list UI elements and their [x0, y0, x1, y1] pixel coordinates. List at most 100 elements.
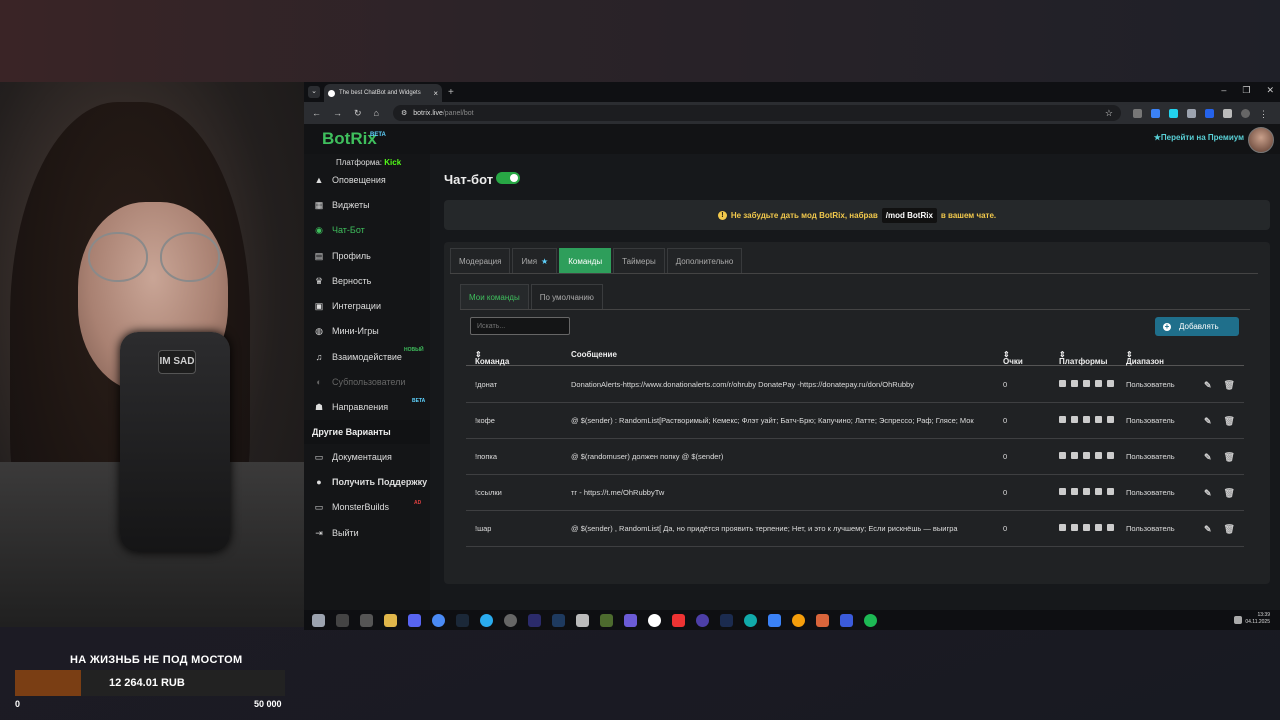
youtube-icon	[1083, 380, 1090, 387]
yandex-browser-icon[interactable]	[648, 613, 661, 627]
file-explorer-icon[interactable]	[384, 613, 397, 627]
chatbot-enable-toggle[interactable]	[496, 172, 520, 184]
tray-icon[interactable]	[1234, 616, 1242, 624]
bookmark-star-icon[interactable]: ☆	[1105, 108, 1113, 119]
search-icon[interactable]	[336, 613, 349, 627]
stats-icon[interactable]	[768, 613, 781, 627]
notice-command: /mod BotRix	[881, 207, 937, 223]
system-clock[interactable]: 13:39 04.11.2025	[1245, 612, 1270, 626]
warning-icon: ▲	[314, 174, 324, 185]
sidebar-item-widgets[interactable]: ▦ Виджеты	[304, 192, 430, 217]
col-platforms[interactable]: Платформы ⇕	[1059, 350, 1108, 366]
start-icon[interactable]	[312, 613, 325, 627]
notice-text-after: в вашем чате.	[940, 210, 997, 220]
app-icon[interactable]	[696, 613, 709, 627]
tab-moderation[interactable]: Модерация	[450, 248, 511, 273]
sidebar-item-loyalty[interactable]: ♛ Верность	[304, 268, 430, 293]
browser-tab[interactable]: The best ChatBot and Widgets ×	[324, 84, 442, 102]
edit-icon[interactable]: ✎	[1204, 452, 1212, 463]
command-range: Пользователь	[1126, 488, 1175, 497]
sidebar-item-profile[interactable]: ▤ Профиль	[304, 243, 430, 268]
add-command-button[interactable]: + Добавлять	[1155, 317, 1239, 336]
app-icon[interactable]	[792, 613, 805, 627]
sidebar-item-minigames[interactable]: ◍ Мини-Игры	[304, 319, 430, 344]
lightroom-icon[interactable]	[552, 613, 565, 627]
extensions-puzzle-icon[interactable]	[1222, 108, 1232, 118]
trash-icon[interactable]: 🗑	[1224, 524, 1235, 535]
sidebar-item-interaction[interactable]: ♫ Взаимодействие НОВЫЙ	[304, 344, 430, 369]
sidebar-item-subusers[interactable]: ◐ Субпользователи	[304, 369, 430, 394]
extension-icon[interactable]	[1132, 108, 1142, 118]
command-points: 0	[1003, 416, 1008, 425]
col-points[interactable]: Очки ⇕	[1003, 350, 1023, 366]
music-icon: ♫	[315, 351, 323, 362]
tab-timers[interactable]: Таймеры	[613, 248, 665, 273]
extension-icon[interactable]	[1186, 108, 1196, 118]
page-title: Чат-бот	[444, 172, 494, 187]
subtab-my-commands[interactable]: Мои команды	[460, 284, 529, 309]
url-field[interactable]: ⚙ botrix.live/panel/bot ☆	[392, 105, 1121, 121]
new-tab-icon[interactable]: +	[448, 87, 454, 98]
minimize-icon[interactable]: –	[1221, 85, 1226, 96]
app-icon[interactable]	[600, 613, 613, 627]
back-icon[interactable]: ←	[312, 108, 321, 119]
trash-icon[interactable]: 🗑	[1224, 416, 1235, 427]
sidebar-item-integrations[interactable]: ▣ Интеграции	[304, 293, 430, 318]
subtab-default[interactable]: По умолчанию	[530, 284, 603, 309]
sidebar-item-alerts[interactable]: ▲ Оповещения	[304, 167, 430, 192]
app-icon[interactable]	[744, 613, 757, 627]
edit-icon[interactable]: ✎	[1204, 380, 1212, 391]
sidebar-item-directions[interactable]: ☗ Направления BETA	[304, 395, 430, 420]
t-app-icon[interactable]	[624, 613, 637, 627]
reload-icon[interactable]: ↻	[354, 108, 362, 119]
tab-commands[interactable]: Команды	[559, 248, 612, 273]
col-command[interactable]: Команда ⇕	[475, 350, 509, 366]
trash-icon[interactable]: 🗑	[1224, 452, 1235, 463]
task-view-icon[interactable]	[360, 613, 373, 627]
user-avatar[interactable]	[1248, 127, 1274, 153]
app-icon[interactable]	[576, 613, 589, 627]
premium-link[interactable]: ★Перейти на Премиум	[1154, 133, 1244, 142]
yandex-icon[interactable]	[672, 613, 685, 627]
extension-icon[interactable]	[1168, 108, 1178, 118]
close-window-icon[interactable]: ✕	[1266, 85, 1274, 96]
photoshop-icon[interactable]	[720, 613, 733, 627]
telegram-icon[interactable]	[480, 613, 493, 627]
trash-icon[interactable]: 🗑	[1224, 488, 1235, 499]
site-info-icon[interactable]: ⚙	[401, 109, 407, 117]
search-input[interactable]	[470, 317, 570, 335]
robot-icon: ◉	[315, 225, 323, 236]
grid-icon: ▦	[314, 199, 324, 210]
browser-menu-icon[interactable]: ⋮	[1259, 109, 1268, 119]
botrix-logo[interactable]: BotRix	[322, 129, 377, 149]
forward-icon[interactable]: →	[333, 108, 342, 119]
tab-additional[interactable]: Дополнительно	[666, 248, 743, 273]
sidebar-item-chatbot[interactable]: ◉ Чат-Бот	[304, 218, 430, 243]
obs-icon[interactable]	[504, 613, 517, 627]
edit-icon[interactable]: ✎	[1204, 488, 1212, 499]
sidebar-item-support[interactable]: ● Получить Поддержку	[304, 469, 430, 494]
edit-icon[interactable]: ✎	[1204, 524, 1212, 535]
extension-icon[interactable]	[1204, 108, 1214, 118]
tab-search-icon[interactable]: ⌄	[308, 86, 320, 98]
tab-name[interactable]: Имя ★	[512, 248, 558, 273]
spotify-icon[interactable]	[864, 613, 877, 627]
sidebar-item-logout[interactable]: ⇥ Выйти	[304, 520, 430, 545]
restore-icon[interactable]: ❐	[1242, 85, 1250, 96]
app-icon[interactable]	[840, 613, 853, 627]
discord-icon[interactable]	[408, 613, 421, 627]
sidebar-item-monsterbuilds[interactable]: ▭ MonsterBuilds AD	[304, 495, 430, 520]
home-icon[interactable]: ⌂	[374, 108, 379, 119]
logo-beta-badge: BETA	[370, 132, 386, 138]
col-range[interactable]: Диапазон ⇕	[1126, 350, 1164, 366]
tab-close-icon[interactable]: ×	[433, 89, 438, 98]
chrome-icon[interactable]	[432, 613, 445, 627]
profile-icon[interactable]	[1240, 108, 1250, 118]
edit-icon[interactable]: ✎	[1204, 416, 1212, 427]
trash-icon[interactable]: 🗑	[1224, 380, 1235, 391]
steam-icon[interactable]	[456, 613, 469, 627]
premiere-icon[interactable]	[528, 613, 541, 627]
sidebar-item-docs[interactable]: ▭ Документация	[304, 444, 430, 469]
extension-icon[interactable]	[1150, 108, 1160, 118]
app-icon[interactable]	[816, 613, 829, 627]
